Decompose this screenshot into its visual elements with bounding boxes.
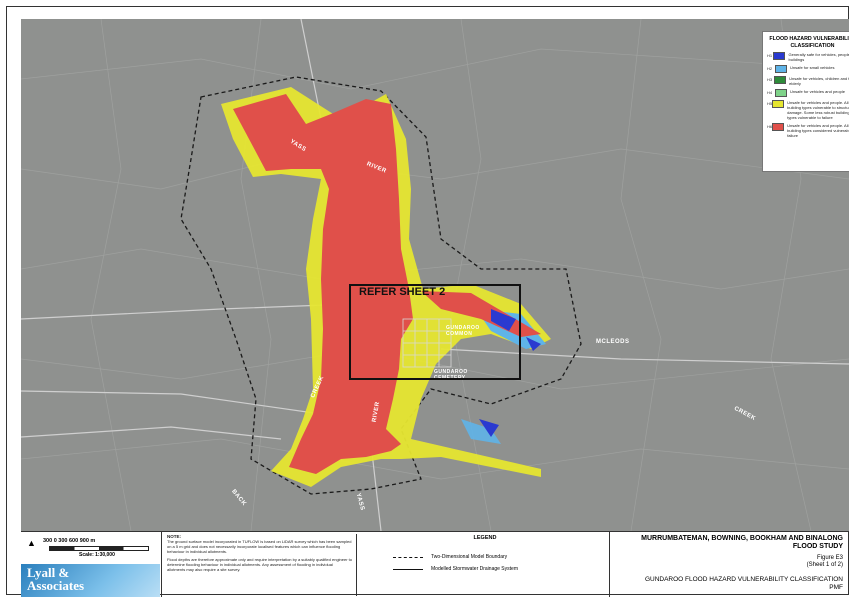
hazard-legend-item: H4 Unsafe for vehicles and people [767,89,849,97]
dashed-line-icon [393,556,423,558]
title-block: MURRUMBATEMAN, BOWNING, BOOKHAM AND BINA… [613,532,849,597]
hazard-description: Unsafe for vehicles and people. All buil… [787,100,849,120]
legend-stormwater: Modelled Stormwater Drainage System [393,566,518,572]
hazard-swatch [775,89,787,97]
legend-model-boundary: Two-Dimensional Model Boundary [393,554,507,560]
lines-legend: LEGEND Two-Dimensional Model Boundary Mo… [361,532,610,597]
hazard-swatch [772,123,785,131]
hazard-legend-item: H2 Unsafe for small vehicles [767,65,849,73]
study-title: MURRUMBATEMAN, BOWNING, BOOKHAM AND BINA… [641,535,843,542]
hazard-description: Unsafe for vehicles, children and the el… [789,76,849,86]
hazard-code: H2 [767,66,773,71]
hazard-swatch [773,52,786,60]
hazard-swatch [775,65,787,73]
legend-model-boundary-label: Two-Dimensional Model Boundary [431,554,508,560]
hazard-code: H3 [767,77,773,82]
company-logo: Lyall & Associates [21,564,160,597]
map-canvas [21,19,849,531]
title-block-footer: ▲ 300 0 300 600 900 m Scale: 1:30,000 Ly… [21,531,849,597]
hazard-swatch [772,100,785,108]
logo-line-2: Associates [27,578,85,593]
notes-panel: NOTE: The ground surface model incorpora… [167,534,357,596]
hazard-legend: FLOOD HAZARD VULNERABILITY CLASSIFICATIO… [762,31,849,172]
sheet-number: (Sheet 1 of 2) [806,562,843,568]
figure-number: Figure E3 [816,555,843,561]
note-1: The ground surface model incorporated in… [167,539,352,554]
hazard-legend-title: FLOOD HAZARD VULNERABILITY CLASSIFICATIO… [769,36,849,49]
map-label-mcleods: MCLEODS [596,339,630,345]
refer-sheet-2-box[interactable]: REFER SHEET 2 [349,284,521,380]
map-sheet: YASS RIVER RIVER YASS CREEK BACK MCLEODS… [6,6,849,597]
legend-stormwater-label: Modelled Stormwater Drainage System [431,566,518,572]
scale-panel: ▲ 300 0 300 600 900 m Scale: 1:30,000 Ly… [21,532,162,597]
hazard-legend-item: H1Generally safe for vehicles, people an… [767,52,849,62]
scale-bar [49,546,149,551]
hazard-legend-rows: H1Generally safe for vehicles, people an… [767,52,849,138]
event-label: PMF [829,584,843,591]
refer-sheet-2-label: REFER SHEET 2 [359,286,446,298]
solid-line-icon [393,568,423,570]
hazard-legend-item: H5 Unsafe for vehicles and people. All bu… [767,100,849,120]
hazard-description: Generally safe for vehicles, people and … [788,52,849,62]
scale-text: Scale: 1:30,000 [79,552,115,558]
hazard-legend-item: H3 Unsafe for vehicles, children and the … [767,76,849,86]
lines-legend-title: LEGEND [473,535,497,541]
aerial-map[interactable]: YASS RIVER RIVER YASS CREEK BACK MCLEODS… [21,19,849,531]
study-subtitle: FLOOD STUDY [792,543,843,550]
hazard-swatch [774,76,787,84]
note-2: Flood depths are therefore approximate o… [167,557,353,572]
figure-title: GUNDAROO FLOOD HAZARD VULNERABILITY CLAS… [644,576,843,583]
hazard-description: Unsafe for vehicles and people [790,89,845,94]
hazard-description: Unsafe for small vehicles [790,65,835,70]
hazard-description: Unsafe for vehicles and people. All buil… [787,123,849,138]
logo-text: Lyall & Associates [27,566,84,592]
hazard-code: H4 [767,90,773,95]
north-arrow-icon: ▲ [27,538,36,548]
scale-numbers: 300 0 300 600 900 m [43,538,96,544]
hazard-legend-item: H6 Unsafe for vehicles and people. All bu… [767,123,849,138]
